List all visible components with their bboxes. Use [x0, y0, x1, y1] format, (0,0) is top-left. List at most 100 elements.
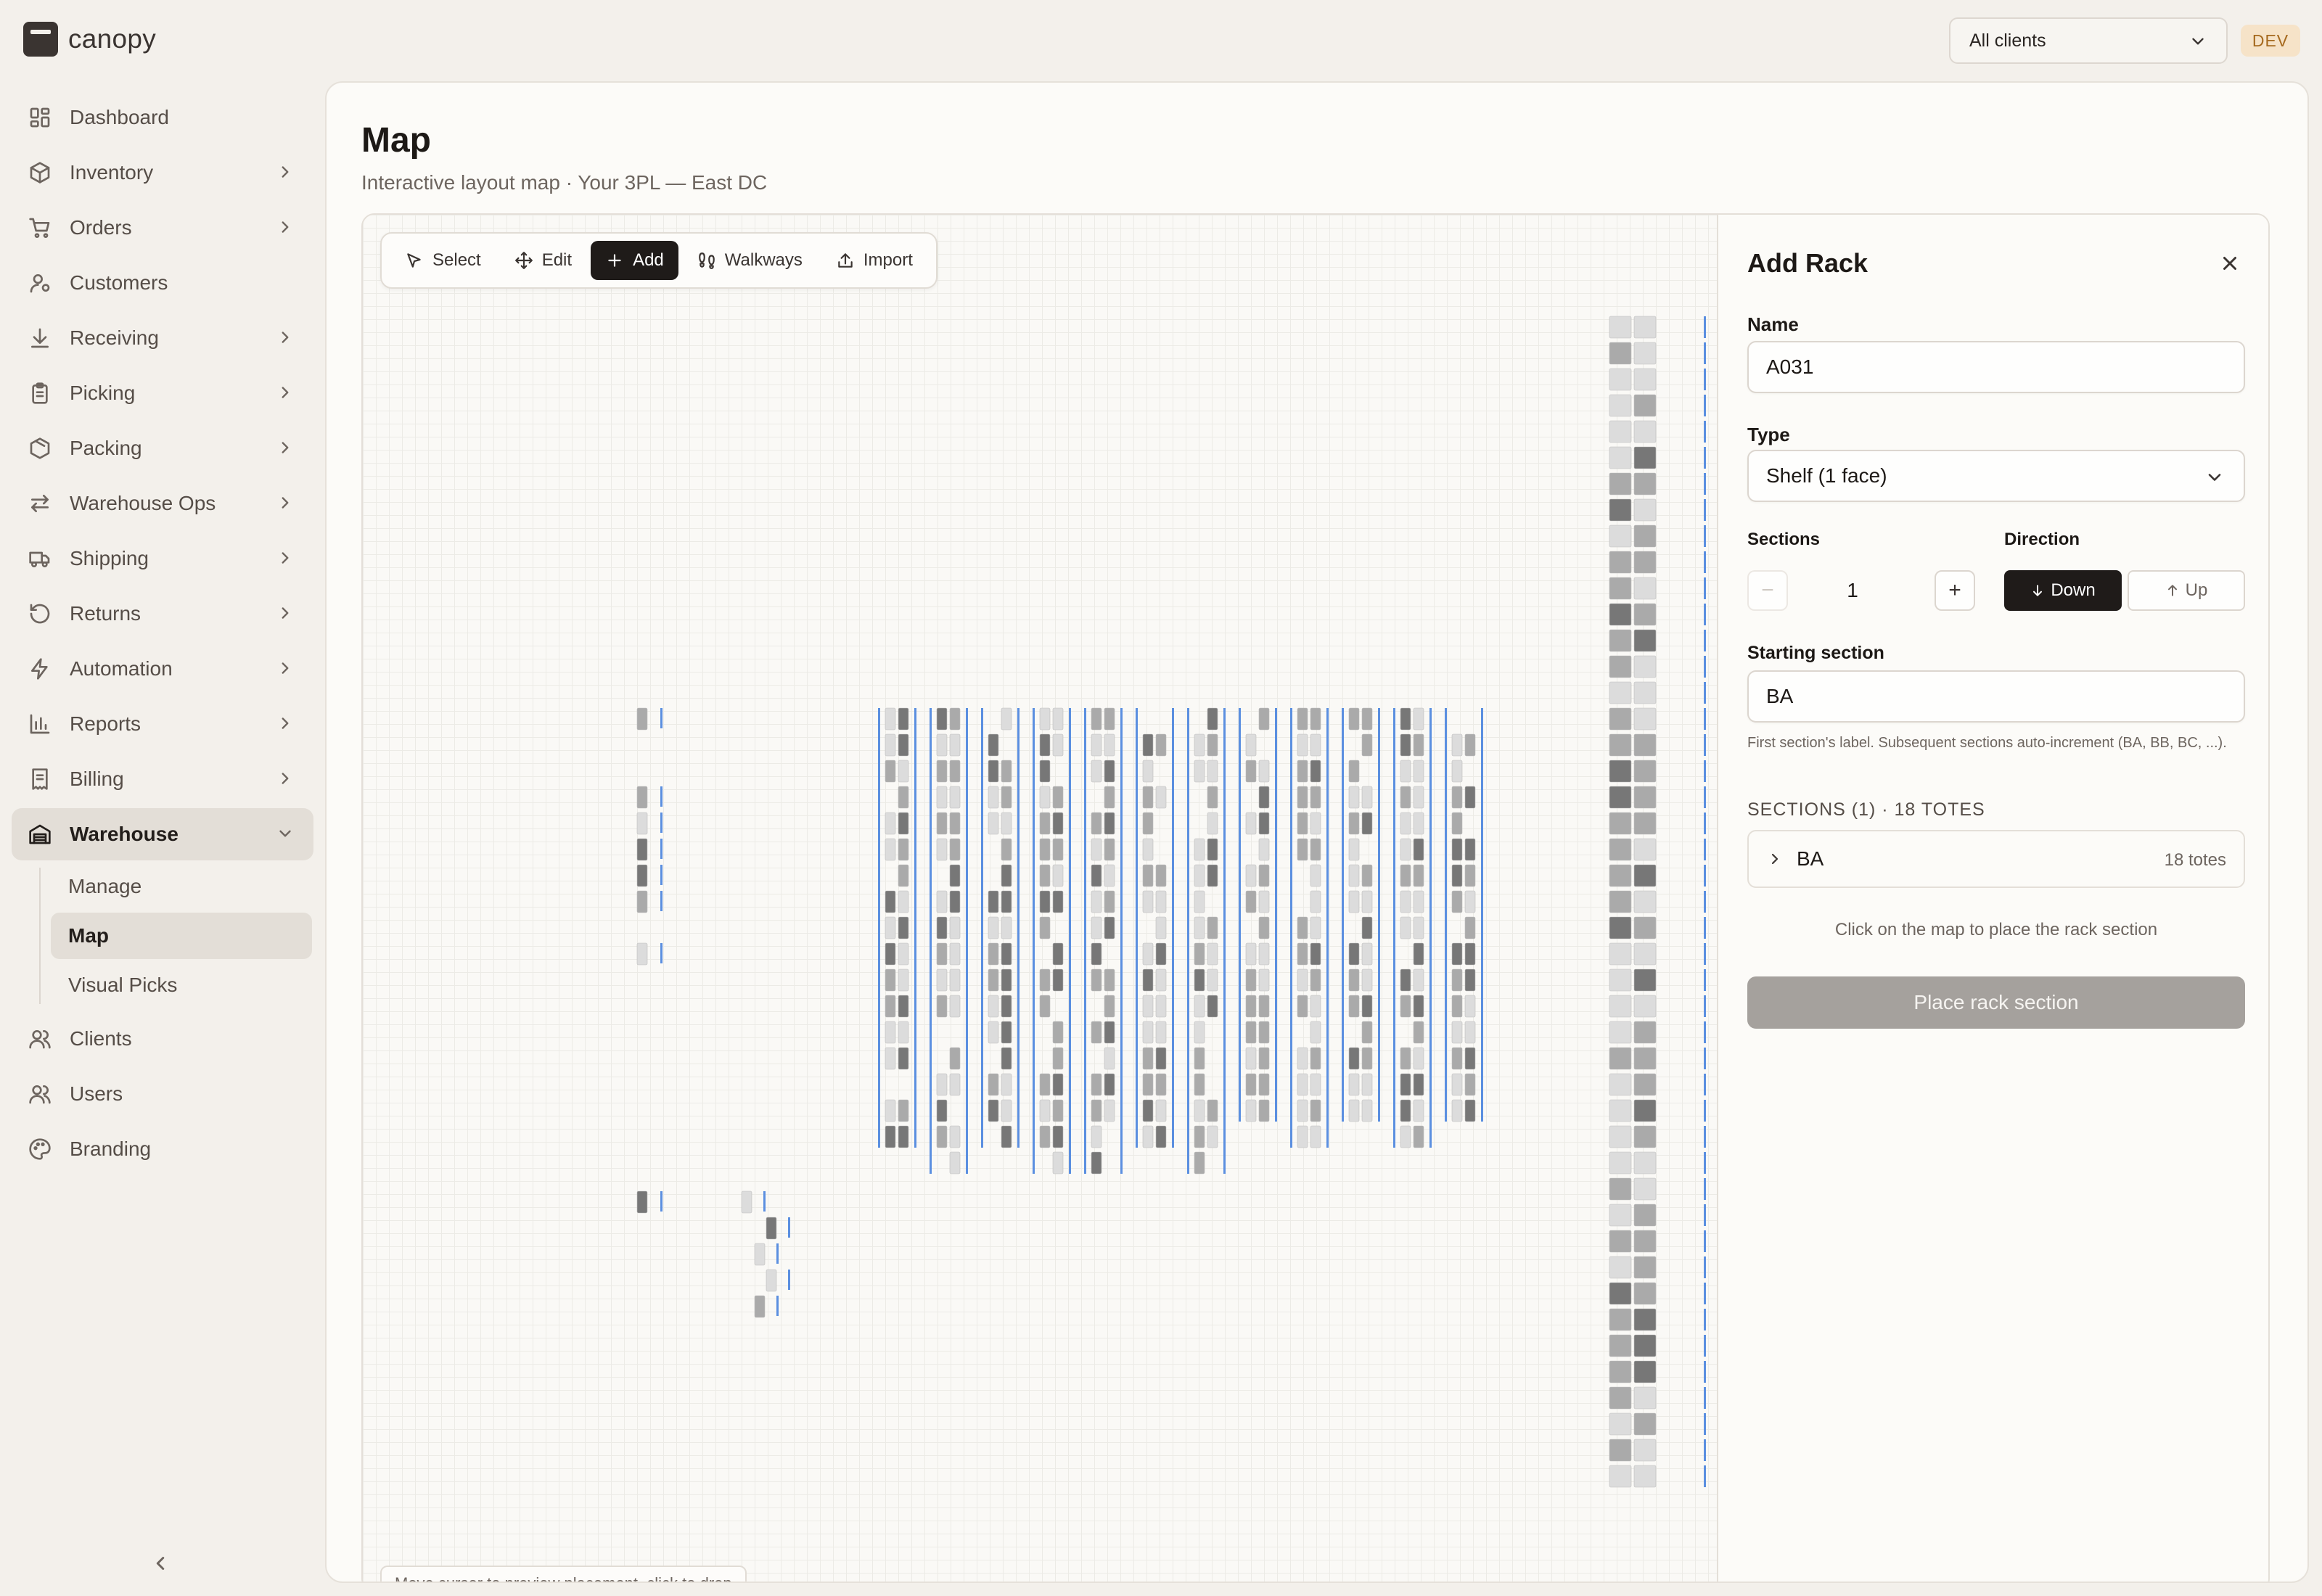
rack-bin[interactable] — [1207, 942, 1218, 966]
walkway[interactable] — [1704, 630, 1706, 651]
rack-bin[interactable] — [1413, 838, 1424, 861]
rack-bin[interactable] — [1464, 838, 1476, 861]
rack-bin[interactable] — [1297, 707, 1308, 731]
rack-bin[interactable] — [1155, 916, 1167, 939]
rack-bin[interactable] — [1633, 316, 1657, 339]
rack-bin[interactable] — [1310, 864, 1321, 887]
rack-bin[interactable] — [1464, 1073, 1476, 1096]
rack-bin[interactable] — [1413, 1073, 1424, 1096]
rack-bin[interactable] — [1142, 812, 1154, 835]
rack-bin[interactable] — [1633, 890, 1657, 913]
walkway[interactable] — [981, 708, 983, 1148]
walkway[interactable] — [660, 708, 662, 728]
walkway[interactable] — [1120, 708, 1123, 1174]
rack-bin[interactable] — [1245, 760, 1257, 783]
walkway[interactable] — [1481, 708, 1483, 1122]
rack-bin[interactable] — [1001, 786, 1012, 809]
rack-bin[interactable] — [1310, 995, 1321, 1018]
rack-bin[interactable] — [1609, 446, 1632, 469]
rack-bin[interactable] — [1633, 603, 1657, 626]
rack-bin[interactable] — [1258, 1099, 1270, 1122]
rack-bin[interactable] — [1052, 1021, 1064, 1044]
rack-bin[interactable] — [1104, 760, 1115, 783]
walkway[interactable] — [1017, 708, 1020, 1148]
rack-bin[interactable] — [1609, 1099, 1632, 1122]
rack-bin[interactable] — [1633, 760, 1657, 783]
rack-bin[interactable] — [1258, 942, 1270, 966]
rack-bin[interactable] — [1633, 1412, 1657, 1436]
walkway[interactable] — [1704, 577, 1706, 599]
walkway[interactable] — [1704, 1204, 1706, 1226]
rack-bin[interactable] — [1609, 707, 1632, 731]
rack-bin[interactable] — [1633, 1099, 1657, 1122]
rack-bin[interactable] — [1348, 1073, 1360, 1096]
walkway[interactable] — [1069, 708, 1071, 1174]
rack-bin[interactable] — [1155, 995, 1167, 1018]
rack-bin[interactable] — [1361, 995, 1373, 1018]
rack-bin[interactable] — [1142, 942, 1154, 966]
rack-bin[interactable] — [1348, 838, 1360, 861]
rack-bin[interactable] — [1451, 786, 1463, 809]
rack-bin[interactable] — [885, 916, 896, 939]
rack-bin[interactable] — [1155, 890, 1167, 913]
rack-bin[interactable] — [1609, 1073, 1632, 1096]
rack-bin[interactable] — [1609, 1308, 1632, 1331]
import-tool-button[interactable]: Import — [821, 241, 927, 280]
rack-bin[interactable] — [1609, 1230, 1632, 1253]
rack-bin[interactable] — [1155, 942, 1167, 966]
rack-bin[interactable] — [898, 942, 909, 966]
rack-bin[interactable] — [1609, 1439, 1632, 1462]
rack-bin[interactable] — [1451, 1099, 1463, 1122]
rack-bin[interactable] — [936, 733, 948, 757]
rack-bin[interactable] — [1609, 786, 1632, 809]
rack-bin[interactable] — [1310, 838, 1321, 861]
rack-bin[interactable] — [936, 707, 948, 731]
rack-bin[interactable] — [1609, 968, 1632, 992]
walkway[interactable] — [1704, 682, 1706, 704]
rack-bin[interactable] — [1361, 786, 1373, 809]
walkway[interactable] — [966, 708, 968, 1174]
rack-bin[interactable] — [1609, 890, 1632, 913]
walkway[interactable] — [1704, 917, 1706, 939]
rack-bin[interactable] — [1039, 733, 1051, 757]
walkway[interactable] — [788, 1217, 790, 1238]
rack-bin[interactable] — [898, 760, 909, 783]
rack-bin[interactable] — [1633, 629, 1657, 652]
increment-sections-button[interactable]: + — [1935, 570, 1975, 611]
rack-bin[interactable] — [1633, 1256, 1657, 1279]
rack-bin[interactable] — [1633, 1308, 1657, 1331]
rack-bin[interactable] — [1633, 968, 1657, 992]
rack-bin[interactable] — [1001, 1099, 1012, 1122]
rack-bin[interactable] — [1194, 942, 1205, 966]
rack-bin[interactable] — [1155, 733, 1167, 757]
rack-bin[interactable] — [1633, 1334, 1657, 1357]
rack-bin[interactable] — [1258, 968, 1270, 992]
rack-bin[interactable] — [1633, 577, 1657, 600]
rack-bin[interactable] — [898, 968, 909, 992]
rack-bin[interactable] — [1361, 890, 1373, 913]
rack-bin[interactable] — [1348, 760, 1360, 783]
sidebar-item-shipping[interactable]: Shipping — [12, 532, 313, 585]
walkway[interactable] — [1704, 473, 1706, 495]
rack-bin[interactable] — [1609, 551, 1632, 574]
walkway[interactable] — [763, 1191, 766, 1212]
walkway[interactable] — [660, 943, 662, 963]
rack-bin[interactable] — [1413, 707, 1424, 731]
walkway[interactable] — [776, 1243, 779, 1264]
walkway[interactable] — [660, 891, 662, 911]
rack-bin[interactable] — [1633, 498, 1657, 522]
rack-bin[interactable] — [1400, 760, 1411, 783]
rack-bin[interactable] — [1633, 551, 1657, 574]
rack-bin[interactable] — [1039, 864, 1051, 887]
rack-bin[interactable] — [1039, 968, 1051, 992]
rack-bin[interactable] — [1464, 786, 1476, 809]
rack-bin[interactable] — [1142, 864, 1154, 887]
rack-bin[interactable] — [1633, 472, 1657, 495]
rack-bin[interactable] — [1348, 1099, 1360, 1122]
rack-bin[interactable] — [1609, 525, 1632, 548]
rack-bin[interactable] — [1609, 1177, 1632, 1201]
rack-bin[interactable] — [1207, 1099, 1218, 1122]
rack-bin[interactable] — [1207, 760, 1218, 783]
rack-bin[interactable] — [1142, 786, 1154, 809]
rack-bin[interactable] — [1633, 1230, 1657, 1253]
